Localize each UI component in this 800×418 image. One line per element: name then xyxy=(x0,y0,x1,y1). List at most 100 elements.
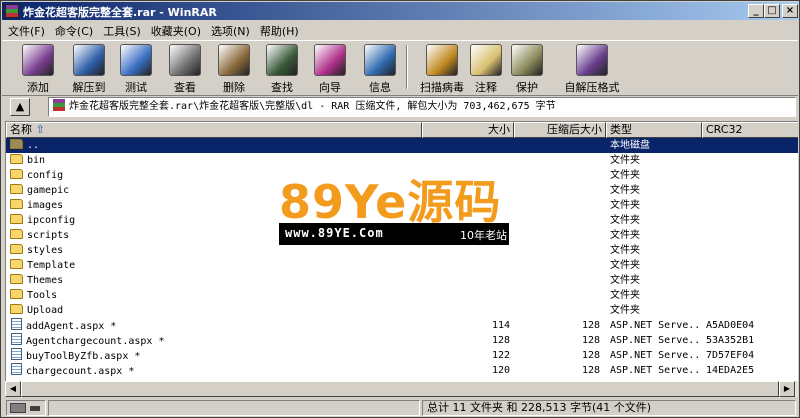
scroll-right-button[interactable]: ▶ xyxy=(779,381,795,397)
winrar-app-icon[interactable] xyxy=(5,4,19,18)
watermark: 89Ye源码 www.89YE.Com 10年老站 xyxy=(279,177,543,245)
horizontal-scrollbar[interactable]: ◀ ▶ xyxy=(5,381,798,397)
file-row[interactable]: chargecount.aspx * 120 128 ASP.NET Serve...… xyxy=(6,363,798,378)
tool-extract-to-button[interactable]: 解压到 xyxy=(67,42,111,94)
tool-label: 查看 xyxy=(174,81,196,94)
file-row[interactable]: Agentchargecount.aspx * 128 128 ASP.NET Ser… xyxy=(6,333,798,348)
row-name: Upload xyxy=(10,303,410,318)
drive-icon xyxy=(10,403,26,413)
menu-item-1[interactable]: 命令(C) xyxy=(49,21,97,39)
tool-comment-button[interactable]: 注释 xyxy=(464,42,508,94)
row-name-text: gamepic xyxy=(27,185,70,196)
find-binoculars-icon xyxy=(266,44,298,76)
row-name-text: config xyxy=(27,170,64,181)
status-bar: 总计 11 文件夹 和 228,513 字节(41 个文件) xyxy=(2,399,798,417)
menu-item-0[interactable]: 文件(F) xyxy=(2,21,49,39)
folder-icon xyxy=(10,259,23,269)
row-type: 文件夹 xyxy=(610,245,640,256)
row-name: Template xyxy=(10,258,410,273)
folder-row[interactable]: Themes 文件夹 xyxy=(6,273,798,288)
column-header-type[interactable]: 类型 xyxy=(606,122,702,138)
row-name: addAgent.aspx * xyxy=(10,318,410,334)
menu-item-2[interactable]: 工具(S) xyxy=(97,21,145,39)
folder-icon xyxy=(10,289,23,299)
tool-label: 解压到 xyxy=(72,81,106,94)
row-type: 本地磁盘 xyxy=(610,140,650,151)
status-selection xyxy=(48,400,420,416)
tool-info-button[interactable]: 信息 xyxy=(358,42,402,94)
path-field[interactable]: 炸金花超客版完整全套.rar\炸金花超客版\完整版\dl - RAR 压缩文件,… xyxy=(48,97,796,117)
folder-icon xyxy=(10,304,23,314)
tool-label: 扫描病毒 xyxy=(420,81,464,94)
tool-find-binoculars-button[interactable]: 查找 xyxy=(260,42,304,94)
row-type: 文件夹 xyxy=(610,215,640,226)
aspx-file-icon xyxy=(11,348,22,360)
row-name-text: addAgent.aspx * xyxy=(26,321,117,332)
row-packed: 128 xyxy=(581,320,600,331)
row-type: 文件夹 xyxy=(610,260,640,271)
tool-sfx-archive-button[interactable]: 自解压格式 xyxy=(564,42,620,94)
folder-row[interactable]: styles 文件夹 xyxy=(6,243,798,258)
row-name-text: buyToolByZfb.aspx * xyxy=(26,351,141,362)
column-header-name[interactable]: 名称 ⇧ xyxy=(6,122,422,138)
file-row[interactable]: addAgent.aspx * 114 128 ASP.NET Serve... A5A… xyxy=(6,318,798,333)
folder-row[interactable]: .. 本地磁盘 xyxy=(6,138,798,153)
row-crc: 14EDA2E5 xyxy=(706,365,755,376)
file-rows: .. 本地磁盘 bin 文件夹 config 文件夹 gamepic 文件夹 images 文件夹… xyxy=(6,138,798,378)
row-type: 文件夹 xyxy=(610,170,640,181)
row-size: 122 xyxy=(491,350,510,361)
test-archive-icon xyxy=(120,44,152,76)
column-header-crc[interactable]: CRC32 xyxy=(702,122,798,138)
scroll-thumb[interactable] xyxy=(21,381,779,397)
row-name-text: images xyxy=(27,200,64,211)
status-total: 总计 11 文件夹 和 228,513 字节(41 个文件) xyxy=(422,400,796,416)
info-icon xyxy=(364,44,396,76)
tool-protect-shield-button[interactable]: 保护 xyxy=(505,42,549,94)
title-bar[interactable]: 炸金花超客版完整全套.rar - WinRAR _ □ × xyxy=(2,2,798,20)
protect-shield-icon xyxy=(511,44,543,76)
file-list[interactable]: 名称 ⇧ 大小 压缩后大小 类型 CRC32 .. 本地磁盘 bin 文件夹 confi… xyxy=(5,121,798,381)
menu-item-3[interactable]: 收藏夹(O) xyxy=(145,21,205,39)
row-packed: 128 xyxy=(581,335,600,346)
row-name: Themes xyxy=(10,273,410,288)
file-row[interactable]: buyToolByZfb.aspx * 122 128 ASP.NET Serve..… xyxy=(6,348,798,363)
row-size: 114 xyxy=(491,320,510,331)
minimize-button[interactable]: _ xyxy=(748,4,764,18)
menu-item-5[interactable]: 帮助(H) xyxy=(254,21,303,39)
up-folder-button[interactable]: ▲ xyxy=(10,98,30,116)
close-button[interactable]: × xyxy=(782,4,798,18)
arrow-right-icon: ▶ xyxy=(783,384,791,393)
folder-icon xyxy=(10,199,23,209)
column-header-packed[interactable]: 压缩后大小 xyxy=(514,122,606,138)
toolbar-separator xyxy=(406,45,408,89)
tool-label: 保护 xyxy=(516,81,538,94)
key-icon xyxy=(29,405,40,411)
folder-icon xyxy=(10,214,23,224)
tool-label: 向导 xyxy=(319,81,341,94)
row-name-text: Template xyxy=(27,260,76,271)
folder-row[interactable]: Tools 文件夹 xyxy=(6,288,798,303)
tool-add-archive-button[interactable]: 添加 xyxy=(16,42,60,94)
column-header-size[interactable]: 大小 xyxy=(422,122,514,138)
maximize-button[interactable]: □ xyxy=(764,4,780,18)
folder-row[interactable]: Upload 文件夹 xyxy=(6,303,798,318)
tool-wizard-button[interactable]: 向导 xyxy=(308,42,352,94)
parent-folder-icon xyxy=(10,139,23,149)
menu-item-4[interactable]: 选项(N) xyxy=(205,21,254,39)
tool-view-glasses-button[interactable]: 查看 xyxy=(163,42,207,94)
row-name: .. xyxy=(10,138,410,153)
row-type: ASP.NET Serve... xyxy=(610,335,700,346)
folder-row[interactable]: bin 文件夹 xyxy=(6,153,798,168)
folder-icon xyxy=(10,229,23,239)
tool-label: 删除 xyxy=(223,81,245,94)
row-type: 文件夹 xyxy=(610,230,640,241)
row-type: 文件夹 xyxy=(610,185,640,196)
tool-virus-scan-button[interactable]: 扫描病毒 xyxy=(414,42,470,94)
tool-test-archive-button[interactable]: 测试 xyxy=(114,42,158,94)
row-name: chargecount.aspx * xyxy=(10,363,410,379)
watermark-url: www.89YE.Com xyxy=(285,226,384,240)
scroll-left-button[interactable]: ◀ xyxy=(5,381,21,397)
tool-label: 自解压格式 xyxy=(564,81,620,94)
folder-row[interactable]: Template 文件夹 xyxy=(6,258,798,273)
tool-delete-button[interactable]: 删除 xyxy=(212,42,256,94)
